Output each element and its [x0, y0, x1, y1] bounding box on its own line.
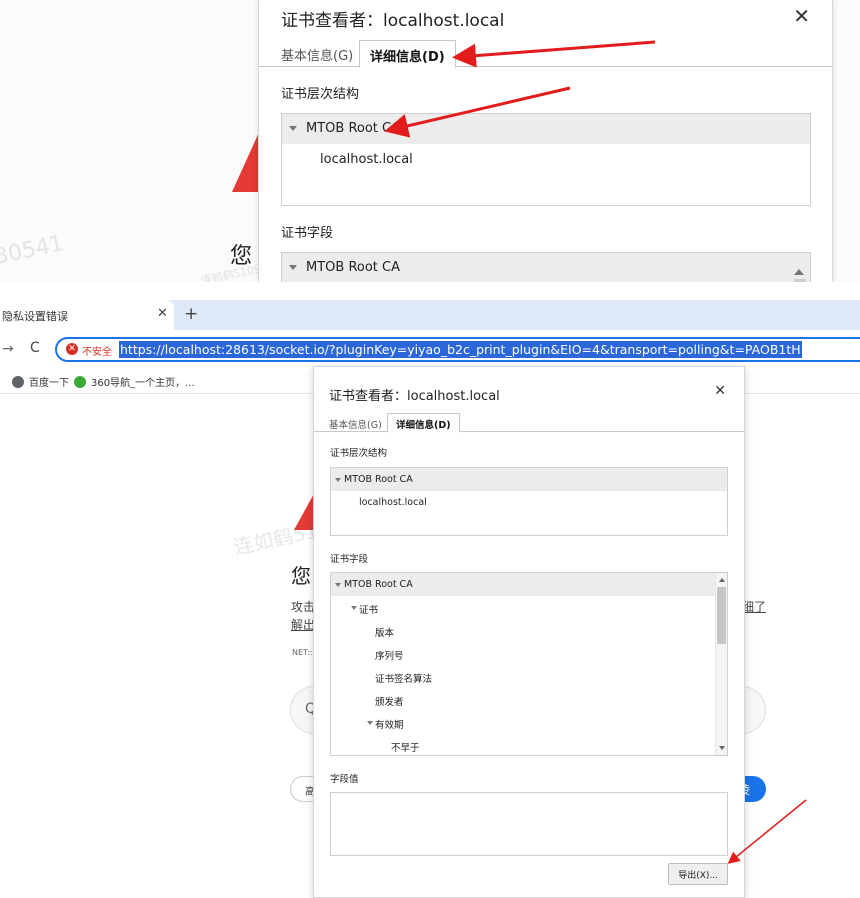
tree-item-label: 有效期 — [375, 720, 404, 731]
tab-basic-info[interactable]: 基本信息(G) — [329, 417, 382, 431]
bookmark-label: 百度一下 — [29, 378, 69, 389]
tree-item-child[interactable]: localhost.local — [282, 144, 810, 167]
bookmark-label: 360导航_一个主页，... — [91, 378, 195, 389]
bookmark-360[interactable]: 360导航_一个主页，... — [74, 374, 195, 389]
tree-item-label: MTOB Root CA — [306, 260, 400, 275]
hierarchy-label: 证书层次结构 — [281, 87, 360, 102]
tree-item-root[interactable]: MTOB Root CA — [282, 253, 810, 282]
learn-more-link-partial[interactable]: 细了 — [742, 598, 766, 615]
hierarchy-tree: MTOB Root CA localhost.local — [330, 467, 728, 536]
field-value-label: 字段值 — [330, 774, 359, 785]
close-icon[interactable]: ✕ — [793, 4, 810, 28]
tree-item-issuer[interactable]: 颁发者 — [331, 688, 727, 711]
url-text[interactable]: https://localhost:28613/socket.io/?plugi… — [119, 341, 802, 358]
watermark: 30541 — [0, 230, 66, 271]
page-heading-partial: 您 — [291, 564, 311, 588]
expand-triangle-icon — [367, 721, 373, 725]
tab-details[interactable]: 详细信息(D) — [359, 40, 456, 68]
tree-item-root[interactable]: MTOB Root CA — [331, 468, 727, 491]
tree-item-label: 证书 — [359, 605, 379, 616]
tab-details[interactable]: 详细信息(D) — [387, 413, 460, 433]
tree-item-not-before[interactable]: 不早于 — [331, 734, 727, 757]
expand-triangle-icon — [289, 265, 297, 270]
not-secure-icon: ✕ — [66, 343, 78, 355]
tab-bar: 隐私设置错误 ✕ + — [0, 300, 860, 330]
field-value-textarea[interactable] — [330, 792, 728, 856]
tree-item-certificate[interactable]: 证书 — [331, 596, 727, 619]
address-bar-row: → C ✕ 不安全 https://localhost:28613/socket… — [0, 330, 860, 368]
certificate-viewer-dialog: 证书查看者：localhost.local ✕ 基本信息(G) 详细信息(D) … — [313, 366, 745, 898]
browser-tab[interactable]: 隐私设置错误 ✕ — [0, 300, 174, 330]
vertical-scrollbar[interactable] — [715, 573, 727, 755]
fields-label: 证书字段 — [330, 554, 369, 565]
tab-title: 隐私设置错误 — [2, 310, 68, 323]
reload-icon[interactable]: C — [30, 340, 40, 356]
scrollbar-thumb[interactable] — [794, 279, 806, 282]
not-secure-label[interactable]: 不安全 — [82, 343, 112, 358]
page-link-partial[interactable]: 解出 — [291, 616, 315, 633]
page-text-partial: 攻击 — [291, 600, 316, 614]
error-code-partial: NET:: — [292, 648, 313, 657]
zoomed-dialog-panel: 您 30541 连知鹤51030541 连知鹤5109248360 连知鹤510… — [0, 0, 860, 282]
hierarchy-tree: MTOB Root CA localhost.local — [281, 113, 811, 206]
page-heading-partial: 您 — [230, 244, 253, 269]
dialog-title: 证书查看者：localhost.local — [281, 11, 505, 31]
tree-item-child[interactable]: localhost.local — [331, 491, 727, 514]
tab-strip: 基本信息(G) 详细信息(D) — [259, 40, 832, 68]
tab-basic-info[interactable]: 基本信息(G) — [281, 45, 353, 64]
expand-triangle-icon — [335, 583, 341, 587]
certificate-viewer-zoomed: 证书查看者：localhost.local ✕ 基本信息(G) 详细信息(D) … — [258, 0, 833, 282]
url-input[interactable]: ✕ 不安全 https://localhost:28613/socket.io/… — [55, 337, 860, 362]
expand-triangle-icon — [289, 126, 297, 131]
expand-triangle-icon — [335, 478, 341, 482]
tree-item-validity[interactable]: 有效期 — [331, 711, 727, 734]
tab-strip: 基本信息(G) 详细信息(D) — [314, 411, 744, 433]
dialog-title: 证书查看者：localhost.local — [329, 389, 500, 404]
360-icon — [74, 376, 86, 388]
expand-triangle-icon — [351, 606, 357, 610]
close-icon[interactable]: ✕ — [714, 383, 726, 399]
new-tab-button[interactable]: + — [184, 304, 198, 324]
fields-label: 证书字段 — [281, 226, 334, 241]
scroll-up-icon[interactable] — [719, 578, 725, 582]
warning-triangle-icon — [232, 130, 260, 192]
tree-item-root[interactable]: MTOB Root CA — [331, 573, 727, 596]
tree-item-root[interactable]: MTOB Root CA — [282, 114, 810, 144]
hierarchy-label: 证书层次结构 — [330, 448, 388, 459]
export-button[interactable]: 导出(X)... — [668, 863, 728, 885]
tree-item-label: MTOB Root CA — [306, 121, 400, 136]
tree-item-version[interactable]: 版本 — [331, 619, 727, 642]
tree-item-label: MTOB Root CA — [344, 474, 413, 485]
fields-tree: MTOB Root CA — [281, 252, 811, 282]
scrollbar-thumb[interactable] — [717, 587, 726, 644]
tree-item-serial[interactable]: 序列号 — [331, 642, 727, 665]
scroll-up-icon[interactable] — [794, 269, 804, 275]
forward-icon[interactable]: → — [2, 341, 14, 357]
close-tab-icon[interactable]: ✕ — [157, 306, 168, 321]
tree-item-label: MTOB Root CA — [344, 579, 413, 590]
scroll-down-icon[interactable] — [719, 746, 725, 750]
bookmark-baidu[interactable]: 百度一下 — [12, 374, 69, 389]
globe-icon — [12, 376, 24, 388]
fields-tree: MTOB Root CA 证书 版本 序列号 证书签名算法 颁发者 有效期 不早… — [330, 572, 728, 756]
tree-item-signature-algorithm[interactable]: 证书签名算法 — [331, 665, 727, 688]
